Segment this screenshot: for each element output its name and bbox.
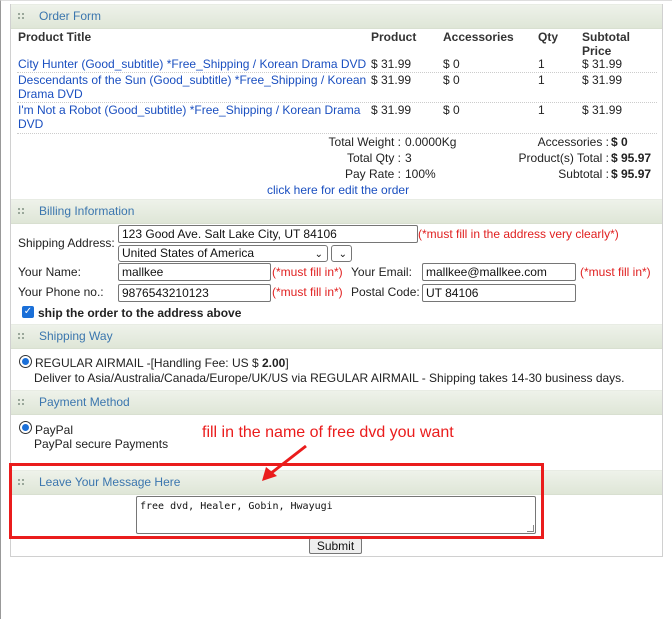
chevron-down-icon: ⌄ [338,249,347,260]
phone-required-note: (*must fill in*) [272,285,343,299]
col-header-accessories: Accessories [443,30,514,44]
paypal-label: PayPal [35,423,74,437]
order-item-title[interactable]: Descendants of the Sun (Good_subtitle) *… [18,73,366,87]
order-item-product-price: $ 31.99 [371,103,412,117]
col-header-product: Product [371,30,417,44]
handling-fee: 2.00 [261,356,286,370]
name-input[interactable]: mallkee [118,263,271,281]
order-item-qty: 1 [538,57,545,71]
pay-rate-label: Pay Rate : [344,167,401,181]
paypal-radio[interactable] [19,421,32,434]
order-item-product-price: $ 31.99 [371,73,412,87]
total-qty-value: 3 [405,151,412,165]
order-form-title: Order Form [39,9,102,23]
billing-title: Billing Information [39,204,135,218]
subtotal-value: $ 95.97 [611,167,652,181]
chevron-down-icon: ⌄ [314,249,323,260]
phone-input[interactable]: 9876543210123 [118,284,271,302]
shipping-option-radio[interactable] [19,355,32,368]
accessories-total-value: $ 0 [611,135,628,149]
postal-code-input[interactable]: UT 84106 [422,284,576,302]
order-item-title-cont[interactable]: Drama DVD [18,87,83,101]
subtotal-label: Subtotal : [558,167,609,181]
order-item-qty: 1 [538,103,545,117]
order-form-header: Order Form [11,4,662,29]
col-header-qty: Qty [538,30,559,44]
order-item-subtotal: $ 31.99 [582,73,623,87]
shipping-address-label: Shipping Address: [18,236,115,250]
drag-grip-icon [18,333,24,341]
order-item-accessories: $ 0 [443,73,460,87]
country-select[interactable]: United States of America ⌄ [118,245,328,262]
order-item-accessories: $ 0 [443,103,460,117]
postal-code-label: Postal Code: [351,285,420,299]
total-weight-value: 0.0000Kg [405,135,457,149]
order-item-accessories: $ 0 [443,57,460,71]
country-select-value: United States of America [122,246,255,260]
edit-order-link[interactable]: click here for edit the order [267,183,409,197]
address-required-note: (*must fill in the address very clearly*… [418,227,619,241]
email-input[interactable]: mallkee@mallkee.com [422,263,576,281]
order-item-qty: 1 [538,73,545,87]
shipping-way-header: Shipping Way [11,324,662,349]
payment-title: Payment Method [39,395,130,409]
phone-label: Your Phone no.: [18,285,104,299]
ship-same-label: ship the order to the address above [38,306,242,320]
products-total-value: $ 95.97 [611,151,652,165]
ship-same-checkbox[interactable]: ✓ [22,306,34,318]
name-label: Your Name: [18,265,81,279]
order-item-title[interactable]: I'm Not a Robot (Good_subtitle) *Free_Sh… [18,103,360,117]
paypal-description: PayPal secure Payments [34,437,169,451]
drag-grip-icon [18,399,24,407]
col-header-subtotal: Subtotal [582,30,630,44]
order-item-title[interactable]: City Hunter (Good_subtitle) *Free_Shippi… [18,57,366,71]
row-divider [17,133,657,134]
col-header-product-title: Product Title [18,30,92,44]
products-total-label: Product(s) Total : [518,151,609,165]
drag-grip-icon [18,13,24,21]
order-item-product-price: $ 31.99 [371,57,412,71]
total-qty-label: Total Qty : [346,151,401,165]
drag-grip-icon [18,208,24,216]
order-item-subtotal: $ 31.99 [582,57,623,71]
email-required-note: (*must fill in*) [580,265,651,279]
pay-rate-value: 100% [405,167,436,181]
region-select[interactable]: ⌄ [331,245,352,262]
name-required-note: (*must fill in*) [272,265,343,279]
billing-header: Billing Information [11,199,662,224]
annotation-callout: fill in the name of free dvd you want [202,424,454,441]
shipping-way-title: Shipping Way [39,329,113,343]
col-header-subtotal-price: Price [582,44,612,58]
order-item-subtotal: $ 31.99 [582,103,623,117]
submit-button[interactable]: Submit [309,538,362,554]
payment-header: Payment Method [11,390,662,415]
total-weight-label: Total Weight : [328,135,401,149]
order-item-title-cont[interactable]: DVD [18,117,43,131]
annotation-arrow-icon [262,444,307,481]
shipping-option-description: Deliver to Asia/Australia/Canada/Europe/… [34,371,625,385]
address-input[interactable]: 123 Good Ave. Salt Lake City, UT 84106 [118,225,418,243]
email-label: Your Email: [351,265,412,279]
shipping-option-label: REGULAR AIRMAIL -[Handling Fee: US $ 2.0… [35,356,289,370]
accessories-total-label: Accessories : [537,135,609,149]
